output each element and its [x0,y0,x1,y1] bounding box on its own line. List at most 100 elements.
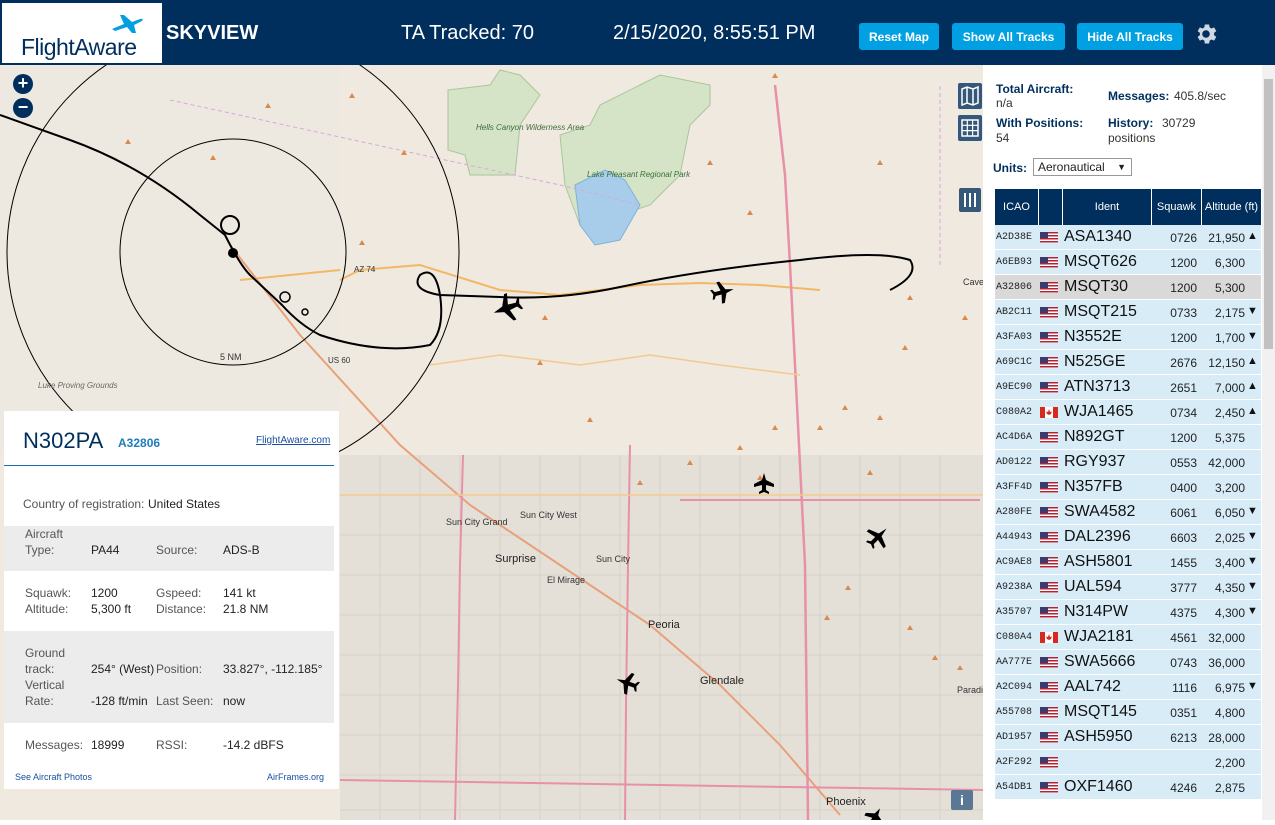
cell-altitude: 4,300 [1214,606,1245,620]
column-header-squawk[interactable]: Squawk [1152,189,1201,225]
table-row[interactable]: A32806 MSQT30 1200 5,300 [995,275,1261,300]
table-row[interactable]: A280FE SWA4582 6061 6,050 ▼ [995,500,1261,525]
top-header: FlightAware SKYVIEW TA Tracked: 70 2/15/… [0,0,1275,65]
hide-all-tracks-button[interactable]: Hide All Tracks [1077,23,1183,50]
cell-squawk: 6213 [1170,731,1197,745]
column-toggle-icon[interactable] [959,188,981,212]
zoom-in-button[interactable]: + [13,74,33,94]
vertical-rate-label-line1: Vertical [25,678,65,692]
table-row[interactable]: A44943 DAL2396 6603 2,025 ▼ [995,525,1261,550]
position-label: Position: [156,662,203,676]
show-all-tracks-button[interactable]: Show All Tracks [952,23,1065,50]
table-row[interactable]: C080A4 WJA2181 4561 32,000 [995,625,1261,650]
scrollbar-thumb[interactable] [1264,79,1273,349]
cell-ident: ASA1340 [1064,228,1132,245]
rssi-label: RSSI: [156,738,188,752]
table-row[interactable]: A6EB93 MSQT626 1200 6,300 [995,250,1261,275]
canada-flag-icon [1040,632,1058,643]
messages-rate-value: 405.8/sec [1174,89,1227,103]
map-layers-icon[interactable] [958,83,982,109]
position-value: 33.827°, -112.185° [223,662,323,676]
altitude-trend-icon: ▲ [1247,230,1258,242]
flightaware-link[interactable]: FlightAware.com [256,435,330,446]
cell-ident: SWA4582 [1064,503,1136,520]
cell-ident: N3552E [1064,328,1122,345]
column-header-ident[interactable]: Ident [1063,189,1151,225]
table-row[interactable]: AA777E SWA5666 0743 36,000 [995,650,1261,675]
cell-altitude: 21,950 [1208,231,1245,245]
reset-map-button[interactable]: Reset Map [859,23,939,50]
us-flag-icon [1040,782,1058,793]
table-row[interactable]: A2C094 AAL742 1116 6,975 ▼ [995,675,1261,700]
selected-icao: A32806 [118,436,161,450]
cell-icao: A280FE [996,507,1033,518]
gspeed-value: 141 kt [223,586,256,600]
table-row[interactable]: A35707 N314PW 4375 4,300 ▼ [995,600,1261,625]
us-flag-icon [1040,607,1058,618]
table-row[interactable]: A2F292 2,200 [995,750,1261,775]
us-flag-icon [1040,332,1058,343]
table-row[interactable]: A3FF4D N357FB 0400 3,200 [995,475,1261,500]
units-select[interactable]: Aeronautical ▼ [1033,158,1132,176]
us-flag-icon [1040,482,1058,493]
cell-altitude: 3,400 [1214,556,1245,570]
cell-icao: AC9AE8 [996,557,1033,568]
table-row[interactable]: A54DB1 OXF1460 4246 2,875 [995,775,1261,800]
table-row[interactable]: AD1957 ASH5950 6213 28,000 [995,725,1261,750]
zoom-out-button[interactable]: − [13,98,33,118]
column-header-altitude[interactable]: Altitude (ft) [1202,189,1261,225]
table-row[interactable]: AB2C11 MSQT215 0733 2,175 ▼ [995,300,1261,325]
cell-altitude: 4,800 [1214,706,1245,720]
cell-squawk: 1200 [1170,331,1197,345]
us-flag-icon [1040,732,1058,743]
table-row[interactable]: C080A2 WJA1465 0734 2,450 ▲ [995,400,1261,425]
last-seen-label: Last Seen: [156,694,214,708]
table-row[interactable]: A9238A UAL594 3777 4,350 ▼ [995,575,1261,600]
vertical-rate-label-line2: Rate: [25,694,54,708]
altitude-trend-icon: ▼ [1247,530,1258,542]
column-header-flag[interactable] [1039,189,1062,225]
source-value: ADS-B [223,543,260,557]
us-flag-icon [1040,257,1058,268]
altitude-trend-icon: ▼ [1247,680,1258,692]
map-label-sun-city-grand: Sun City Grand [446,517,508,527]
units-select-value: Aeronautical [1038,160,1105,174]
cell-icao: A2C094 [996,682,1033,693]
table-row[interactable]: AC9AE8 ASH5801 1455 3,400 ▼ [995,550,1261,575]
table-row[interactable]: AC4D6A N892GT 1200 5,375 [995,425,1261,450]
aircraft-photos-link[interactable]: See Aircraft Photos [15,772,92,782]
sidebar-scrollbar[interactable] [1262,65,1275,820]
table-row[interactable]: A3FA03 N3552E 1200 1,700 ▼ [995,325,1261,350]
cell-altitude: 4,350 [1214,581,1245,595]
table-row[interactable]: AD0122 RGY937 0553 42,000 [995,450,1261,475]
flightaware-logo[interactable]: FlightAware [2,3,162,63]
us-flag-icon [1040,282,1058,293]
aircraft-type-value: PA44 [91,543,120,557]
cell-squawk: 4375 [1170,606,1197,620]
table-row[interactable]: A9EC90 ATN3713 2651 7,000 ▲ [995,375,1261,400]
altitude-trend-icon: ▼ [1247,305,1258,317]
column-header-icao[interactable]: ICAO [995,189,1038,225]
cell-icao: A2D38E [996,232,1033,243]
us-flag-icon [1040,457,1058,468]
cell-icao: A9238A [996,582,1033,593]
chevron-down-icon: ▼ [1117,162,1126,172]
airframes-link[interactable]: AirFrames.org [267,772,324,782]
altitude-trend-icon: ▲ [1247,380,1258,392]
cell-icao: AC4D6A [996,432,1033,443]
grid-icon[interactable] [958,115,982,141]
us-flag-icon [1040,707,1058,718]
cell-altitude: 1,700 [1214,331,1245,345]
us-flag-icon [1040,307,1058,318]
us-flag-icon [1040,382,1058,393]
source-label: Source: [156,543,198,557]
ground-track-label-line2: track: [25,662,55,676]
table-row[interactable]: A2D38E ASA1340 0726 21,950 ▲ [995,225,1261,250]
cell-ident: WJA1465 [1064,403,1134,420]
table-row[interactable]: A55708 MSQT145 0351 4,800 [995,700,1261,725]
gear-icon[interactable] [1193,21,1219,47]
info-button[interactable]: i [951,790,973,810]
cell-ident: N525GE [1064,353,1126,370]
table-row[interactable]: A69C1C N525GE 2676 12,150 ▲ [995,350,1261,375]
cell-squawk: 0726 [1170,231,1197,245]
